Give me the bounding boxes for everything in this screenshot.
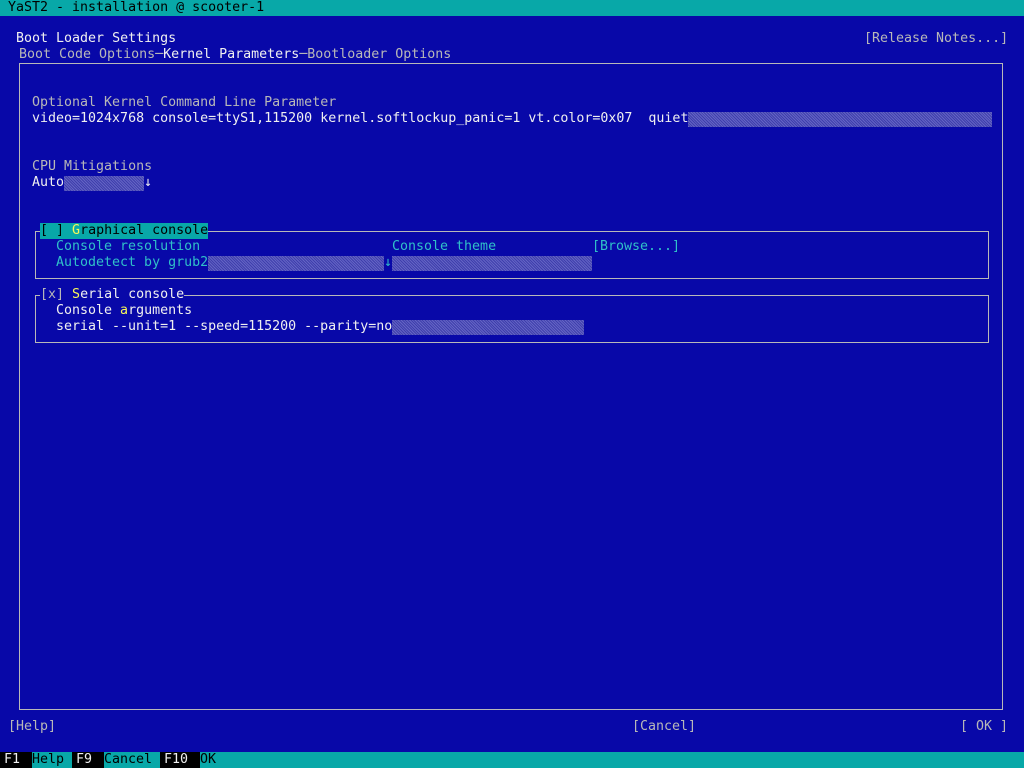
kernel-params-value: video=1024x768 console=ttyS1,115200 kern… (32, 111, 689, 127)
chevron-down-icon[interactable]: ↓ (144, 175, 152, 191)
tab-boot-code-options[interactable]: Boot Code Options (19, 47, 155, 62)
serial-console-checkbox[interactable]: [x] Serial console (40, 287, 185, 303)
cpu-mitigations-value: Auto (32, 175, 65, 191)
f10-label: OK (200, 752, 217, 767)
help-button[interactable]: [Help] (8, 719, 56, 735)
function-key-bar: F1 Help F9 Cancel F10 OK (0, 752, 1024, 768)
cpu-mitigations-label: CPU Mitigations (32, 159, 153, 174)
graphical-console-checkbox[interactable]: [ ] Graphical console (40, 223, 209, 239)
browse-button[interactable]: [Browse...] (592, 239, 680, 255)
tab-bar: Boot Code Options─Kernel Parameters─Boot… (19, 47, 452, 63)
f1-label: Help (32, 752, 65, 767)
chevron-down-icon[interactable]: ↓ (384, 255, 392, 271)
console-arguments-value: serial --unit=1 --speed=115200 --parity=… (56, 319, 393, 335)
console-resolution-value: Autodetect by grub2 (56, 255, 209, 271)
f1-key[interactable]: F1 (0, 752, 32, 768)
console-theme-label: Console theme (392, 239, 497, 254)
window-title: YaST2 - installation @ scooter-1 (8, 0, 265, 15)
f10-key[interactable]: F10 (160, 752, 200, 768)
cancel-button[interactable]: [Cancel] (632, 719, 696, 735)
f9-label: Cancel (104, 752, 153, 767)
ok-button[interactable]: [ OK ] (960, 719, 1008, 735)
console-resolution-label: Console resolution (56, 239, 201, 254)
window-title-bar: YaST2 - installation @ scooter-1 (0, 0, 1024, 16)
f9-key[interactable]: F9 (72, 752, 104, 768)
page-title: Boot Loader Settings (16, 31, 177, 46)
release-notes-button[interactable]: [Release Notes...] (864, 31, 1008, 47)
tab-frame (19, 63, 1003, 710)
tab-bootloader-options[interactable]: Bootloader Options (307, 47, 451, 62)
console-arguments-label: Console arguments (56, 303, 193, 318)
console-theme-input[interactable] (392, 256, 592, 271)
kernel-params-label: Optional Kernel Command Line Parameter (32, 95, 337, 110)
tab-kernel-parameters[interactable]: Kernel Parameters (163, 47, 299, 62)
